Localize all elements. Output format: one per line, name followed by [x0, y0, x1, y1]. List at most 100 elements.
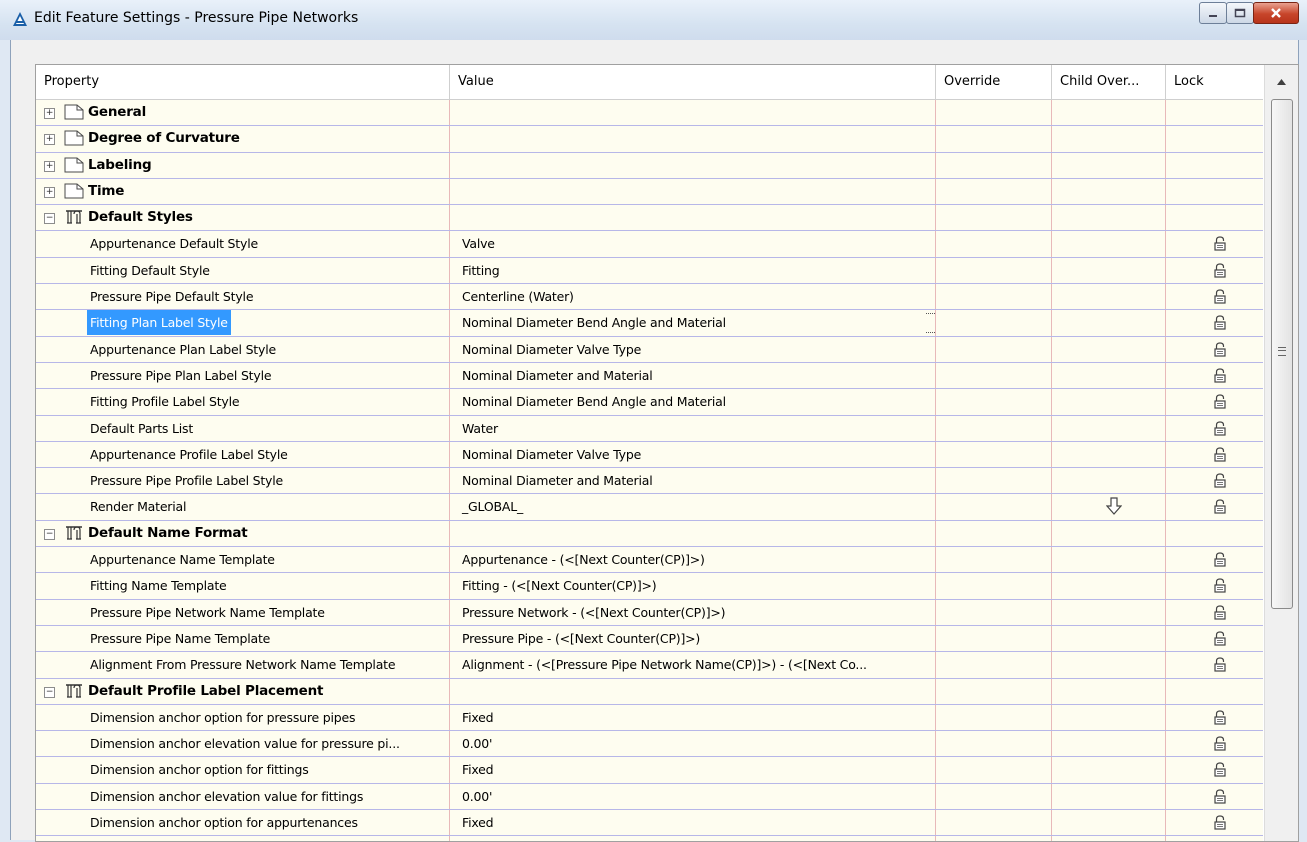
property-row[interactable]: Dimension anchor elevation value for pre…: [36, 731, 1263, 758]
unlocked-padlock-icon[interactable]: [1214, 368, 1226, 383]
override-cell[interactable]: [936, 573, 1052, 599]
unlocked-padlock-icon[interactable]: [1214, 394, 1226, 409]
value-cell[interactable]: Fixed: [450, 810, 936, 836]
child-override-cell[interactable]: [1052, 625, 1166, 652]
category-row[interactable]: + General: [36, 100, 1263, 127]
lock-cell[interactable]: [1166, 179, 1263, 204]
child-override-cell[interactable]: [1052, 652, 1166, 678]
expand-icon[interactable]: +: [44, 134, 55, 146]
lock-cell[interactable]: [1166, 363, 1263, 388]
unlocked-padlock-icon[interactable]: [1214, 578, 1226, 593]
lock-cell[interactable]: [1166, 231, 1263, 256]
value-cell[interactable]: 0.00': [450, 731, 936, 757]
lock-cell[interactable]: [1166, 810, 1263, 835]
child-override-cell[interactable]: [1052, 205, 1166, 231]
property-row[interactable]: Alignment From Pressure Network Name Tem…: [36, 652, 1263, 679]
property-row[interactable]: Appurtenance Plan Label Style Nominal Dia…: [36, 336, 1263, 363]
property-cell[interactable]: Render Material: [36, 494, 450, 520]
child-override-cell[interactable]: [1052, 704, 1166, 731]
unlocked-padlock-icon[interactable]: [1214, 815, 1226, 830]
child-override-cell[interactable]: [1052, 599, 1166, 625]
child-override-cell[interactable]: [1052, 757, 1166, 783]
value-cell[interactable]: _GLOBAL_: [450, 494, 936, 520]
override-cell[interactable]: [936, 284, 1052, 310]
property-cell[interactable]: Dimension anchor option for fittings: [36, 757, 450, 783]
child-override-cell[interactable]: [1052, 494, 1166, 520]
unlocked-padlock-icon[interactable]: [1214, 289, 1226, 304]
property-cell[interactable]: Pressure Pipe Plan Label Style: [36, 362, 450, 389]
override-cell[interactable]: [936, 231, 1052, 257]
property-row[interactable]: Appurtenance Name Template Appurtenance -…: [36, 547, 1263, 574]
unlocked-padlock-icon[interactable]: [1214, 789, 1226, 804]
lock-cell[interactable]: [1166, 600, 1263, 625]
lock-cell[interactable]: [1166, 494, 1263, 519]
unlocked-padlock-icon[interactable]: [1214, 499, 1226, 515]
value-cell[interactable]: Appurtenance - (<[Next Counter(CP)]>): [450, 547, 936, 573]
override-cell[interactable]: [936, 178, 1052, 205]
lock-cell[interactable]: [1166, 705, 1263, 730]
lock-cell[interactable]: [1166, 626, 1263, 651]
child-override-cell[interactable]: [1052, 415, 1166, 441]
property-cell[interactable]: Dimension anchor elevation for appurtena…: [36, 836, 450, 841]
unlocked-padlock-icon[interactable]: [1214, 342, 1226, 357]
value-cell[interactable]: Water: [450, 415, 936, 441]
column-header-override[interactable]: Override: [936, 65, 1052, 99]
override-cell[interactable]: [936, 599, 1052, 625]
property-row[interactable]: Dimension anchor option for pressure pip…: [36, 704, 1263, 732]
lock-cell[interactable]: [1166, 757, 1263, 782]
override-cell[interactable]: [936, 494, 1052, 520]
lock-cell[interactable]: [1166, 468, 1263, 493]
child-override-cell[interactable]: [1052, 520, 1166, 547]
value-cell[interactable]: Valve: [450, 231, 936, 257]
child-override-cell[interactable]: [1052, 678, 1166, 704]
property-cell[interactable]: Appurtenance Default Style: [36, 231, 450, 257]
child-override-cell[interactable]: [1052, 178, 1166, 205]
property-row[interactable]: Fitting Plan Label Style Nominal Diameter…: [36, 310, 1263, 337]
column-header-property[interactable]: Property: [36, 65, 450, 99]
lock-cell[interactable]: [1166, 284, 1263, 309]
property-row[interactable]: Pressure Pipe Name Template Pressure Pipe…: [36, 625, 1263, 653]
title-bar[interactable]: Edit Feature Settings - Pressure Pipe Ne…: [0, 0, 1307, 40]
override-cell[interactable]: [936, 257, 1052, 284]
category-row[interactable]: + Labeling: [36, 152, 1263, 179]
property-row[interactable]: Dimension anchor elevation value for fit…: [36, 783, 1263, 811]
property-cell[interactable]: Fitting Profile Label Style: [36, 389, 450, 415]
category-row[interactable]: − Default Name Format: [36, 520, 1263, 548]
child-override-cell[interactable]: [1052, 284, 1166, 310]
property-cell[interactable]: Default Parts List: [36, 415, 450, 441]
value-cell[interactable]: Nominal Diameter Bend Angle and Material: [450, 389, 936, 415]
property-row[interactable]: Fitting Default Style Fitting: [36, 257, 1263, 285]
property-row[interactable]: Pressure Pipe Default Style Centerline (W…: [36, 284, 1263, 311]
column-header-child-override[interactable]: Child Over...: [1052, 65, 1166, 99]
property-cell[interactable]: Pressure Pipe Network Name Template: [36, 599, 450, 625]
child-override-cell[interactable]: [1052, 810, 1166, 836]
property-row[interactable]: Pressure Pipe Profile Label Style Nominal…: [36, 468, 1263, 495]
column-header-value[interactable]: Value: [450, 65, 936, 99]
collapse-icon[interactable]: −: [44, 528, 55, 540]
unlocked-padlock-icon[interactable]: [1214, 447, 1226, 462]
override-cell[interactable]: [936, 652, 1052, 678]
category-row[interactable]: + Degree of Curvature: [36, 126, 1263, 153]
value-cell[interactable]: 0.00': [450, 836, 936, 841]
close-button[interactable]: [1253, 2, 1299, 24]
property-cell[interactable]: Fitting Name Template: [36, 573, 450, 599]
value-cell[interactable]: Fitting - (<[Next Counter(CP)]>): [450, 573, 936, 599]
child-override-cell[interactable]: [1052, 468, 1166, 494]
override-cell[interactable]: [936, 336, 1052, 362]
property-cell[interactable]: Pressure Pipe Name Template: [36, 625, 450, 652]
property-row[interactable]: Appurtenance Profile Label Style Nominal …: [36, 441, 1263, 469]
property-cell[interactable]: Appurtenance Plan Label Style: [36, 336, 450, 362]
value-cell[interactable]: Pressure Pipe - (<[Next Counter(CP)]>): [450, 625, 936, 652]
override-cell[interactable]: [936, 468, 1052, 494]
child-override-cell[interactable]: [1052, 100, 1166, 126]
column-header-lock[interactable]: Lock: [1166, 65, 1263, 99]
lock-cell[interactable]: [1166, 442, 1263, 467]
scroll-up-button[interactable]: [1265, 65, 1298, 99]
value-cell[interactable]: Nominal Diameter and Material: [450, 362, 936, 389]
property-cell[interactable]: Pressure Pipe Profile Label Style: [36, 468, 450, 494]
property-cell[interactable]: Alignment From Pressure Network Name Tem…: [36, 652, 450, 678]
lock-cell[interactable]: [1166, 521, 1263, 546]
lock-cell[interactable]: [1166, 679, 1263, 704]
unlocked-padlock-icon[interactable]: [1214, 631, 1226, 646]
child-override-cell[interactable]: [1052, 547, 1166, 573]
